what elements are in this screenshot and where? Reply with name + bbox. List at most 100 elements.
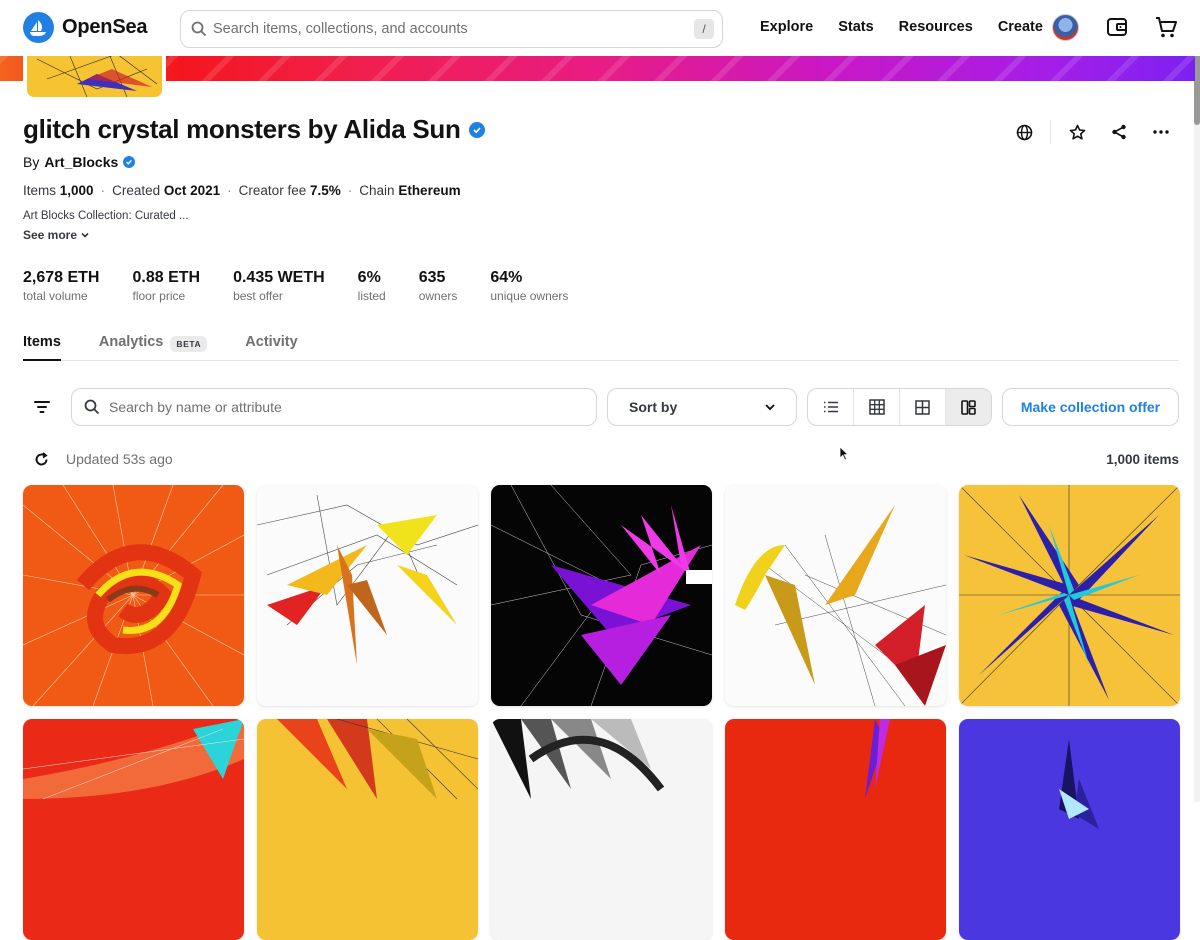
- search-shortcut-key: /: [694, 19, 714, 39]
- nft-image: [491, 719, 712, 940]
- nft-card[interactable]: [257, 485, 478, 706]
- tab-activity[interactable]: Activity: [245, 334, 297, 361]
- opensea-logo-icon: [23, 12, 54, 43]
- mosaic-view-icon: [961, 399, 976, 415]
- stat-best-offer: 0.435 WETH best offer: [233, 269, 325, 303]
- updated-text: Updated 53s ago: [66, 451, 173, 467]
- make-collection-offer-button[interactable]: Make collection offer: [1002, 388, 1179, 426]
- grid-large-view-button[interactable]: [900, 389, 946, 425]
- tab-analytics[interactable]: Analytics BETA: [99, 334, 208, 361]
- sort-by-dropdown[interactable]: Sort by: [607, 388, 797, 426]
- meta-separator: ·: [227, 183, 232, 198]
- wallet-icon[interactable]: [1105, 15, 1129, 39]
- nav-link-explore[interactable]: Explore: [760, 19, 813, 35]
- collection-actions: [1010, 120, 1175, 144]
- banner-pattern: [0, 56, 1195, 81]
- beta-badge: BETA: [170, 336, 208, 352]
- nft-image: [257, 485, 478, 706]
- sort-by-label: Sort by: [629, 399, 678, 415]
- refresh-icon[interactable]: [34, 451, 49, 467]
- nft-image: [23, 485, 244, 706]
- collection-title: glitch crystal monsters by Alida Sun: [23, 114, 485, 145]
- mouse-cursor-icon: [839, 446, 849, 461]
- item-search-input[interactable]: Search by name or attribute: [71, 388, 597, 426]
- stat-listed: 6% listed: [357, 269, 386, 303]
- nft-image: [491, 485, 712, 706]
- filter-toggle-button[interactable]: [23, 389, 61, 425]
- list-view-icon: [823, 401, 838, 413]
- collection-banner: [0, 56, 1195, 81]
- collection-title-text: glitch crystal monsters by Alida Sun: [23, 114, 461, 144]
- nft-card[interactable]: [959, 485, 1180, 706]
- share-icon[interactable]: [1105, 120, 1133, 144]
- stat-owners: 635 owners: [418, 269, 458, 303]
- refresh-status: Updated 53s ago: [34, 451, 173, 467]
- collection-tabs: Items Analytics BETA Activity: [23, 334, 1178, 361]
- nft-card[interactable]: [491, 485, 712, 706]
- top-nav: OpenSea Search items, collections, and a…: [0, 0, 1200, 56]
- grid-small-icon: [868, 399, 885, 415]
- stat-total-volume: 2,678 ETH total volume: [23, 269, 100, 303]
- nft-card[interactable]: [257, 719, 478, 940]
- nav-link-create[interactable]: Create: [998, 19, 1043, 35]
- grid-small-view-button[interactable]: [854, 389, 900, 425]
- meta-creator-fee: Creator fee 7.5%: [238, 183, 341, 198]
- website-globe-icon[interactable]: [1010, 120, 1038, 144]
- nft-image: [23, 719, 244, 940]
- see-more-button[interactable]: See more: [23, 228, 90, 242]
- brand-logo[interactable]: OpenSea: [23, 12, 148, 43]
- meta-items: Items 1,000: [23, 183, 94, 198]
- creator-byline: By Art_Blocks: [23, 154, 136, 170]
- nft-card[interactable]: [725, 485, 946, 706]
- creator-verified-icon: [123, 156, 136, 168]
- cart-icon[interactable]: [1154, 15, 1179, 40]
- see-more-label: See more: [23, 228, 78, 242]
- nft-image: [725, 719, 946, 940]
- search-icon: [84, 399, 100, 415]
- nft-image: [257, 719, 478, 940]
- meta-separator: ·: [347, 183, 353, 198]
- collection-stats: 2,678 ETH total volume 0.88 ETH floor pric…: [23, 269, 601, 303]
- meta-created: Created Oct 2021: [112, 183, 221, 198]
- nft-image: [959, 485, 1180, 706]
- collection-meta: Items 1,000 · Created Oct 2021 · Creator…: [23, 183, 461, 198]
- nft-card[interactable]: [23, 485, 244, 706]
- mosaic-view-button[interactable]: [946, 389, 991, 425]
- item-count: 1,000 items: [1106, 452, 1179, 467]
- chevron-down-icon: [765, 404, 775, 411]
- search-placeholder: Search items, collections, and accounts: [213, 21, 468, 37]
- nft-card[interactable]: [725, 719, 946, 940]
- favorite-star-icon[interactable]: [1063, 120, 1091, 144]
- collection-logo-image: [27, 49, 162, 97]
- view-mode-switcher: [807, 388, 992, 426]
- item-search-placeholder: Search by name or attribute: [109, 399, 282, 415]
- list-view-button[interactable]: [808, 389, 854, 425]
- brand-name: OpenSea: [62, 16, 148, 38]
- nav-link-stats[interactable]: Stats: [838, 19, 873, 35]
- actions-divider: [1050, 120, 1051, 144]
- by-label: By: [23, 154, 40, 170]
- global-search-input[interactable]: Search items, collections, and accounts …: [180, 10, 723, 48]
- profile-avatar[interactable]: [1052, 14, 1079, 41]
- nav-links: Explore Stats Resources Create: [760, 19, 1068, 35]
- item-grid: [23, 485, 1180, 940]
- meta-chain: Chain Ethereum: [359, 183, 461, 198]
- search-icon: [191, 21, 207, 37]
- nft-card[interactable]: [491, 719, 712, 940]
- verified-badge-icon: [468, 121, 485, 138]
- creator-link[interactable]: Art_Blocks: [44, 154, 118, 170]
- filter-icon: [34, 401, 50, 413]
- nft-image: [725, 485, 946, 706]
- tab-items[interactable]: Items: [23, 334, 61, 361]
- stat-floor-price: 0.88 ETH floor price: [132, 269, 201, 303]
- page-scrollbar[interactable]: [1194, 0, 1200, 802]
- meta-separator: ·: [100, 183, 106, 198]
- chevron-down-icon: [81, 232, 89, 238]
- grid-large-icon: [915, 399, 930, 415]
- collection-description: Art Blocks Collection: Curated ...: [23, 210, 189, 222]
- stat-unique-owners: 64% unique owners: [490, 269, 569, 303]
- more-options-icon[interactable]: [1147, 120, 1175, 144]
- nav-link-resources[interactable]: Resources: [899, 19, 973, 35]
- nft-card[interactable]: [959, 719, 1180, 940]
- nft-card[interactable]: [23, 719, 244, 940]
